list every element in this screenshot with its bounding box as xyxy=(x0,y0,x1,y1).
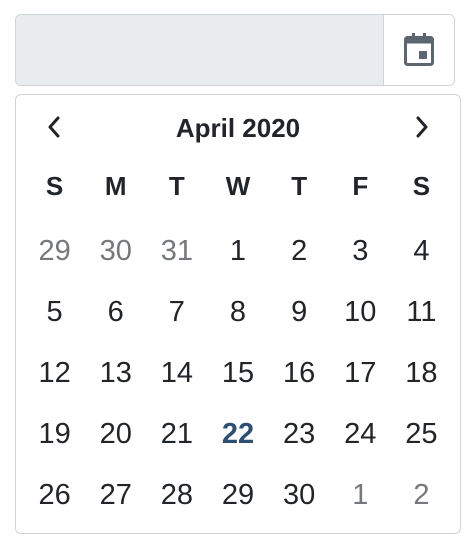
day-cell[interactable]: 11 xyxy=(391,290,452,351)
day-cell[interactable]: 14 xyxy=(146,351,207,412)
day-cell[interactable]: 19 xyxy=(24,412,85,473)
day-cell[interactable]: 30 xyxy=(269,473,330,534)
day-cell[interactable]: 9 xyxy=(269,290,330,351)
day-cell-current[interactable]: 22 xyxy=(207,412,268,473)
day-cell[interactable]: 16 xyxy=(269,351,330,412)
day-cell[interactable]: 29 xyxy=(207,473,268,534)
day-cell-outside-month[interactable]: 30 xyxy=(85,229,146,290)
calendar-icon xyxy=(404,33,434,66)
day-cell[interactable]: 27 xyxy=(85,473,146,534)
day-cell[interactable]: 15 xyxy=(207,351,268,412)
day-cell-outside-month[interactable]: 1 xyxy=(330,473,391,534)
day-cell[interactable]: 10 xyxy=(330,290,391,351)
weekday-label: S xyxy=(412,171,431,201)
day-cell-outside-month[interactable]: 2 xyxy=(391,473,452,534)
day-cell[interactable]: 23 xyxy=(269,412,330,473)
days-grid: 29 30 31 1 2 3 4 5 6 7 8 9 10 11 12 13 14 15 16 17 18 19 20 21 2… xyxy=(24,229,452,534)
date-input[interactable] xyxy=(16,15,383,85)
date-input-group xyxy=(15,14,455,86)
day-cell[interactable]: 26 xyxy=(24,473,85,534)
day-cell[interactable]: 13 xyxy=(85,351,146,412)
chevron-right-icon xyxy=(416,116,428,138)
day-cell[interactable]: 17 xyxy=(330,351,391,412)
weekday-label: T xyxy=(168,171,185,201)
day-cell[interactable]: 5 xyxy=(24,290,85,351)
day-cell[interactable]: 20 xyxy=(85,412,146,473)
weekday-header-row: S M T W T F S xyxy=(24,171,452,202)
day-cell[interactable]: 12 xyxy=(24,351,85,412)
day-cell[interactable]: 28 xyxy=(146,473,207,534)
month-title: April 2020 xyxy=(175,113,301,143)
calendar-toggle-button[interactable] xyxy=(383,15,454,85)
day-cell[interactable]: 3 xyxy=(330,229,391,290)
day-cell[interactable]: 7 xyxy=(146,290,207,351)
day-cell[interactable]: 4 xyxy=(391,229,452,290)
datepicker-popup: April 2020 S M T W T F S 29 30 31 1 2 3 4 5 6 7 8 9… xyxy=(15,94,461,534)
next-month-button[interactable] xyxy=(402,107,442,147)
weekday-label: M xyxy=(104,171,127,201)
weekday-label: F xyxy=(352,171,369,201)
day-cell[interactable]: 1 xyxy=(207,229,268,290)
day-cell[interactable]: 21 xyxy=(146,412,207,473)
day-cell[interactable]: 24 xyxy=(330,412,391,473)
day-cell[interactable]: 2 xyxy=(269,229,330,290)
day-cell[interactable]: 18 xyxy=(391,351,452,412)
day-cell-outside-month[interactable]: 29 xyxy=(24,229,85,290)
day-cell[interactable]: 6 xyxy=(85,290,146,351)
weekday-label: S xyxy=(45,171,64,201)
weekday-label: T xyxy=(291,171,308,201)
day-cell-outside-month[interactable]: 31 xyxy=(146,229,207,290)
day-cell[interactable]: 8 xyxy=(207,290,268,351)
day-cell[interactable]: 25 xyxy=(391,412,452,473)
weekday-label: W xyxy=(225,171,251,201)
